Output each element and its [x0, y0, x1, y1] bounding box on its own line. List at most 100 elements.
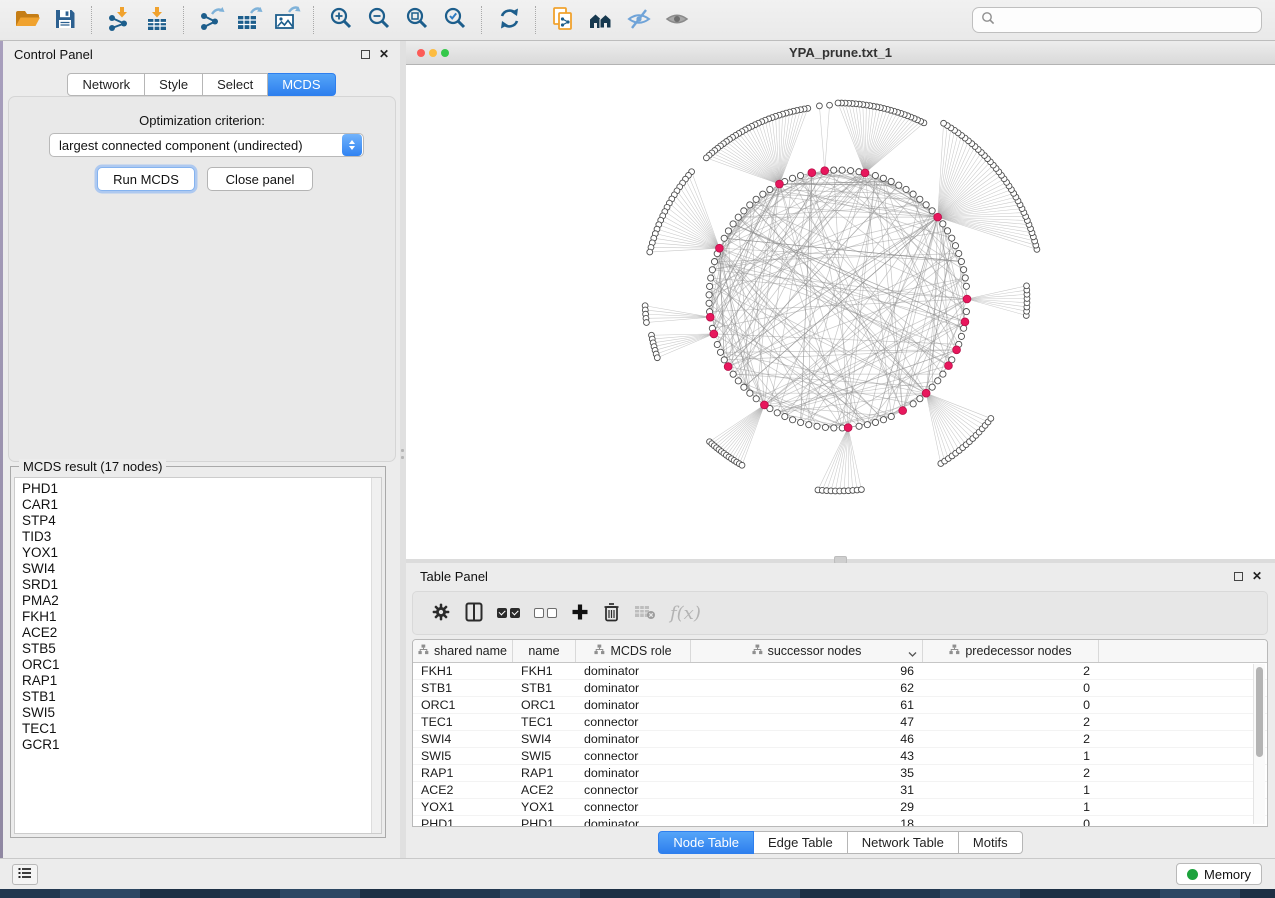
network-node[interactable]: [940, 221, 946, 227]
network-node[interactable]: [714, 341, 720, 347]
tab-motifs[interactable]: Motifs: [959, 831, 1023, 854]
network-node[interactable]: [708, 275, 714, 281]
table-cell[interactable]: dominator: [576, 765, 691, 781]
network-leaf-node[interactable]: [835, 100, 841, 106]
table-cell[interactable]: 1: [923, 748, 1099, 764]
tab-mcds[interactable]: MCDS: [268, 73, 335, 96]
network-node[interactable]: [753, 196, 759, 202]
tab-style[interactable]: Style: [145, 73, 203, 96]
network-node[interactable]: [822, 424, 828, 430]
mcds-result-item[interactable]: SRD1: [15, 577, 371, 593]
tab-node-table[interactable]: Node Table: [658, 831, 754, 854]
network-leaf-node[interactable]: [647, 249, 653, 255]
mcds-result-item[interactable]: PHD1: [15, 481, 371, 497]
network-node[interactable]: [831, 425, 837, 431]
network-node[interactable]: [767, 186, 773, 192]
table-cell[interactable]: ACE2: [413, 782, 513, 798]
network-node[interactable]: [880, 175, 886, 181]
mcds-hub-node[interactable]: [861, 169, 869, 177]
mcds-result-item[interactable]: YOX1: [15, 545, 371, 561]
network-leaf-node[interactable]: [817, 103, 823, 109]
network-node[interactable]: [888, 178, 894, 184]
network-leaf-node[interactable]: [827, 102, 833, 108]
task-history-button[interactable]: [12, 864, 38, 885]
table-row[interactable]: TEC1TEC1connector472: [413, 714, 1267, 731]
network-node[interactable]: [730, 371, 736, 377]
table-cell[interactable]: STB1: [513, 680, 576, 696]
table-cell[interactable]: dominator: [576, 663, 691, 679]
network-leaf-node[interactable]: [988, 416, 994, 422]
float-table-panel-icon[interactable]: [1231, 569, 1245, 583]
table-cell[interactable]: connector: [576, 714, 691, 730]
network-node[interactable]: [963, 308, 969, 314]
network-node[interactable]: [753, 396, 759, 402]
zoom-out-button[interactable]: [360, 3, 398, 37]
table-row[interactable]: STB1STB1dominator620: [413, 680, 1267, 697]
import-network-button[interactable]: [100, 3, 138, 37]
mcds-hub-node[interactable]: [953, 346, 961, 354]
mcds-result-item[interactable]: STP4: [15, 513, 371, 529]
table-cell[interactable]: 18: [691, 816, 923, 827]
table-cell[interactable]: 1: [923, 782, 1099, 798]
mcds-hub-node[interactable]: [961, 318, 969, 326]
column-header-predecessor-nodes[interactable]: predecessor nodes: [923, 640, 1099, 662]
table-row[interactable]: SWI5SWI5connector431: [413, 748, 1267, 765]
network-node[interactable]: [709, 267, 715, 273]
network-node[interactable]: [923, 202, 929, 208]
network-node[interactable]: [831, 167, 837, 173]
mcds-hub-node[interactable]: [844, 424, 852, 432]
mcds-hub-node[interactable]: [945, 362, 953, 370]
network-node[interactable]: [961, 267, 967, 273]
network-node[interactable]: [735, 214, 741, 220]
network-node[interactable]: [864, 422, 870, 428]
mcds-hub-node[interactable]: [808, 169, 816, 177]
network-node[interactable]: [935, 378, 941, 384]
network-leaf-node[interactable]: [858, 487, 864, 493]
mcds-result-item[interactable]: CAR1: [15, 497, 371, 513]
table-settings-button[interactable]: [431, 598, 451, 628]
network-node[interactable]: [963, 283, 969, 289]
mcds-result-item[interactable]: TID3: [15, 529, 371, 545]
table-cell[interactable]: ACE2: [513, 782, 576, 798]
network-node[interactable]: [917, 396, 923, 402]
network-node[interactable]: [814, 423, 820, 429]
table-cell[interactable]: SWI4: [413, 731, 513, 747]
memory-button[interactable]: Memory: [1176, 863, 1262, 885]
export-network-button[interactable]: [192, 3, 230, 37]
table-scrollbar-thumb[interactable]: [1256, 667, 1263, 757]
tab-network[interactable]: Network: [67, 73, 145, 96]
network-node[interactable]: [903, 186, 909, 192]
network-node[interactable]: [910, 191, 916, 197]
network-leaf-node[interactable]: [644, 320, 650, 326]
hide-selected-button[interactable]: [620, 3, 658, 37]
network-node[interactable]: [721, 235, 727, 241]
mcds-result-item[interactable]: GCR1: [15, 737, 371, 753]
network-node[interactable]: [944, 228, 950, 234]
mcds-hub-node[interactable]: [963, 295, 971, 303]
optimization-criterion-select[interactable]: largest connected component (undirected): [49, 133, 364, 157]
table-row[interactable]: YOX1YOX1connector291: [413, 799, 1267, 816]
network-node[interactable]: [706, 292, 712, 298]
table-cell[interactable]: 0: [923, 680, 1099, 696]
network-node[interactable]: [790, 417, 796, 423]
table-cell[interactable]: connector: [576, 748, 691, 764]
mcds-result-item[interactable]: SWI4: [15, 561, 371, 577]
mcds-hub-node[interactable]: [706, 313, 714, 321]
import-table-button[interactable]: [138, 3, 176, 37]
mcds-hub-node[interactable]: [716, 244, 724, 252]
table-cell[interactable]: TEC1: [513, 714, 576, 730]
table-cell[interactable]: ORC1: [513, 697, 576, 713]
network-node[interactable]: [872, 172, 878, 178]
table-cell[interactable]: 96: [691, 663, 923, 679]
table-cell[interactable]: 61: [691, 697, 923, 713]
clone-network-button[interactable]: [544, 3, 582, 37]
open-file-button[interactable]: [8, 3, 46, 37]
network-node[interactable]: [741, 384, 747, 390]
network-node[interactable]: [872, 419, 878, 425]
table-cell[interactable]: RAP1: [413, 765, 513, 781]
refresh-layout-button[interactable]: [490, 3, 528, 37]
network-node[interactable]: [774, 410, 780, 416]
network-node[interactable]: [706, 300, 712, 306]
mcds-hub-node[interactable]: [821, 167, 829, 175]
first-neighbors-button[interactable]: [582, 3, 620, 37]
